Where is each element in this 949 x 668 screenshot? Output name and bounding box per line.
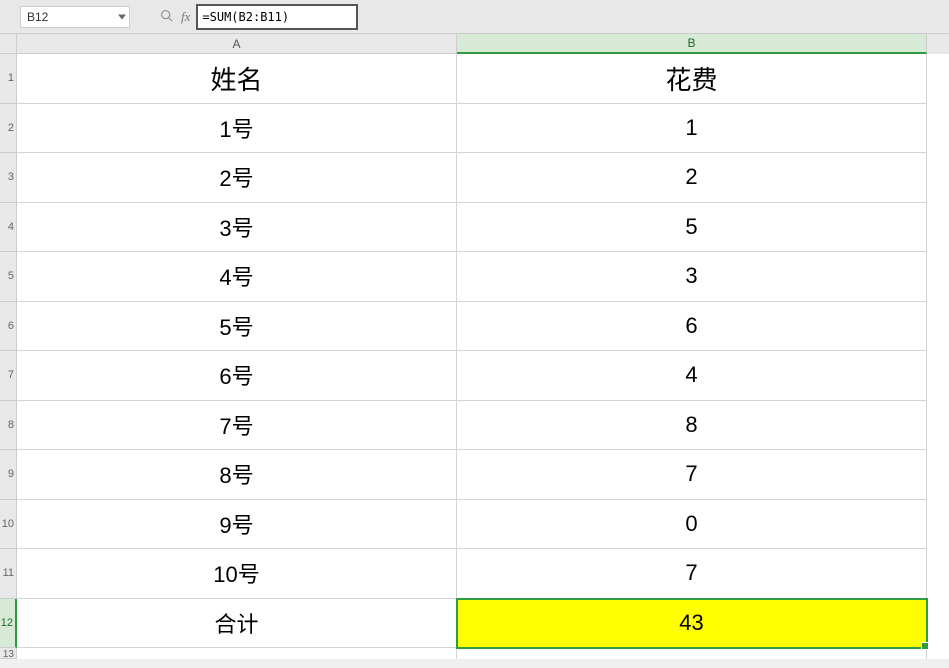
table-row: 6 5号 6 [0,302,949,352]
name-box-value: B12 [27,10,48,24]
column-header-row: A B [0,34,949,54]
cell-name[interactable]: 8号 [17,450,457,500]
row-header[interactable]: 11 [0,549,17,599]
table-row: 10 9号 0 [0,500,949,550]
row-header[interactable]: 10 [0,500,17,550]
table-row: 3 2号 2 [0,153,949,203]
row-header[interactable]: 1 [0,54,17,104]
cell-name[interactable]: 3号 [17,203,457,253]
total-row: 12 合计 43 [0,599,949,649]
row-header[interactable]: 8 [0,401,17,451]
cell-a1[interactable]: 姓名 [17,54,457,104]
row-header[interactable]: 12 [0,599,17,649]
formula-bar: B12 fx [0,0,949,34]
chevron-down-icon[interactable] [118,14,126,19]
table-row: 2 1号 1 [0,104,949,154]
cell-empty[interactable] [457,648,927,659]
cell-cost[interactable]: 4 [457,351,927,401]
cell-empty[interactable] [17,648,457,659]
row-header[interactable]: 3 [0,153,17,203]
cell-cost[interactable]: 1 [457,104,927,154]
column-header-b[interactable]: B [457,34,927,54]
table-row: 11 10号 7 [0,549,949,599]
cell-cost[interactable]: 2 [457,153,927,203]
row-header[interactable]: 4 [0,203,17,253]
select-all-corner[interactable] [0,34,17,54]
row-header[interactable]: 2 [0,104,17,154]
table-row: 9 8号 7 [0,450,949,500]
cell-name[interactable]: 4号 [17,252,457,302]
cell-cost[interactable]: 5 [457,203,927,253]
cell-cost[interactable]: 6 [457,302,927,352]
cell-name[interactable]: 10号 [17,549,457,599]
cell-name[interactable]: 5号 [17,302,457,352]
cell-name[interactable]: 7号 [17,401,457,451]
cell-b1[interactable]: 花费 [457,54,927,104]
cell-cost[interactable]: 8 [457,401,927,451]
name-box[interactable]: B12 [20,6,130,28]
table-row: 4 3号 5 [0,203,949,253]
cell-cost[interactable]: 7 [457,450,927,500]
cell-name[interactable]: 2号 [17,153,457,203]
cell-name[interactable]: 9号 [17,500,457,550]
row-header[interactable]: 7 [0,351,17,401]
column-header-a[interactable]: A [17,34,457,54]
formula-toolbar: fx [160,9,190,25]
cell-cost[interactable]: 7 [457,549,927,599]
row-header[interactable]: 13 [0,648,17,659]
formula-input[interactable] [196,4,358,30]
table-row: 5 4号 3 [0,252,949,302]
table-row: 8 7号 8 [0,401,949,451]
row-header[interactable]: 9 [0,450,17,500]
fx-icon[interactable]: fx [181,9,190,25]
row-header[interactable]: 5 [0,252,17,302]
row-header[interactable]: 6 [0,302,17,352]
table-row: 7 6号 4 [0,351,949,401]
table-row: 1 姓名 花费 [0,54,949,104]
cell-name[interactable]: 1号 [17,104,457,154]
cell-total-value[interactable]: 43 [457,599,927,649]
cell-name[interactable]: 6号 [17,351,457,401]
table-row: 13 [0,648,949,659]
cell-cost[interactable]: 3 [457,252,927,302]
spreadsheet-grid: A B 1 姓名 花费 2 1号 1 3 2号 2 4 3号 5 5 4号 3 … [0,34,949,659]
cell-cost[interactable]: 0 [457,500,927,550]
cell-total-label[interactable]: 合计 [17,599,457,649]
search-icon[interactable] [160,9,173,25]
